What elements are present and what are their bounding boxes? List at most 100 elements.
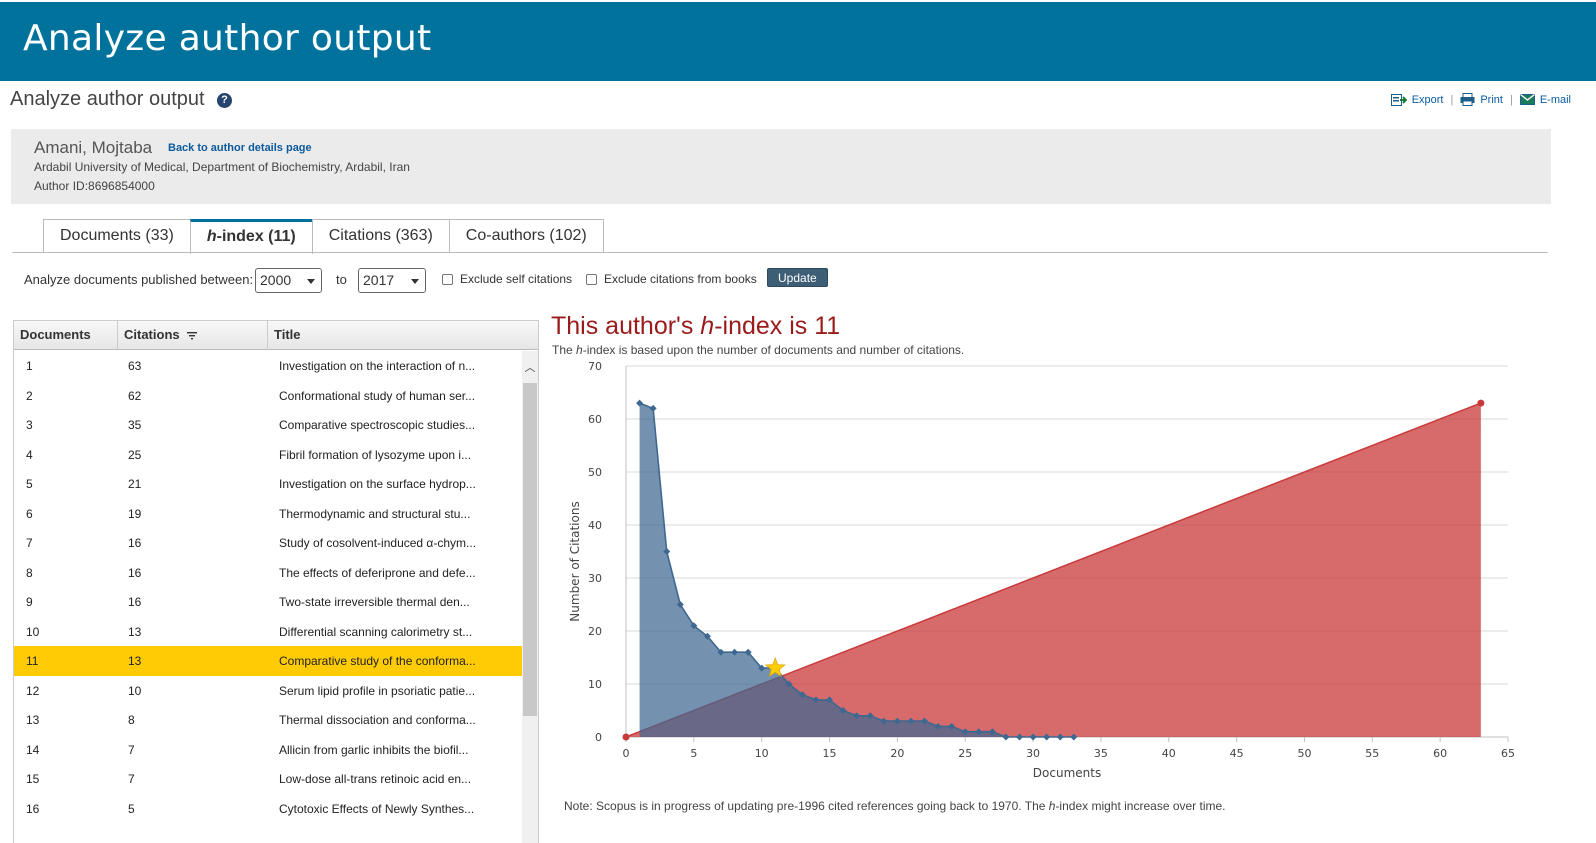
table-row[interactable]: 13 8 Thermal dissociation and conforma... (14, 705, 522, 735)
x-tick-label: 25 (958, 747, 972, 760)
tab-citations[interactable]: Citations (363) (311, 219, 450, 253)
email-link[interactable]: E-mail (1519, 94, 1571, 106)
cell-title[interactable]: Serum lipid profile in psoriatic patie..… (279, 684, 475, 698)
table-row[interactable]: 8 16 The effects of deferiprone and defe..… (14, 558, 522, 588)
x-tick-label: 15 (823, 747, 837, 760)
cell-cit: 16 (128, 595, 142, 609)
scrollbar-thumb[interactable] (523, 383, 537, 716)
header-banner: Analyze author output (0, 2, 1596, 81)
cell-title[interactable]: Differential scanning calorimetry st... (279, 625, 472, 639)
x-tick-label: 10 (755, 747, 769, 760)
cell-title[interactable]: Low-dose all-trans retinoic acid en... (279, 772, 471, 786)
cell-cit: 35 (128, 418, 142, 432)
print-label: Print (1480, 93, 1503, 106)
cell-doc: 13 (26, 713, 40, 727)
cell-title[interactable]: Investigation on the surface hydrop... (279, 477, 476, 491)
page-title: Analyze author output (10, 88, 205, 110)
analysis-tabs: Documents (33) h-index (11) Citations (3… (43, 219, 604, 254)
cell-title[interactable]: Study of cosolvent-induced α-chym... (279, 536, 476, 550)
cell-cit: 16 (128, 536, 142, 550)
help-icon[interactable]: ? (217, 93, 232, 108)
table-row[interactable]: 14 7 Allicin from garlic inhibits the biof… (14, 735, 522, 765)
cell-cit: 63 (128, 359, 142, 373)
cell-title[interactable]: Fibril formation of lysozyme upon i... (279, 448, 471, 462)
cell-doc: 9 (26, 595, 33, 609)
table-row[interactable]: 1 63 Investigation on the interaction of n… (14, 351, 522, 381)
back-to-author-link[interactable]: Back to author details page (168, 142, 312, 154)
cell-title[interactable]: Cytotoxic Effects of Newly Synthes... (279, 802, 474, 816)
y-tick-label: 40 (588, 519, 602, 532)
table-row[interactable]: 11 13 Comparative study of the conforma... (14, 646, 522, 676)
cell-cit: 13 (128, 624, 142, 639)
export-link[interactable]: Export (1390, 93, 1443, 106)
exclude-books-checkbox[interactable] (586, 274, 597, 285)
cell-doc: 4 (26, 447, 33, 462)
x-tick-label: 55 (1365, 747, 1379, 760)
cell-cit: 7 (128, 772, 135, 786)
tab-co-authors[interactable]: Co-authors (102) (448, 219, 604, 253)
scroll-up-icon[interactable]: ︿ (524, 359, 536, 374)
cell-cit: 13 (128, 654, 142, 668)
column-title[interactable]: Title (268, 321, 538, 350)
from-year-value: 2000 (260, 272, 292, 288)
action-links: Export | Print | E-mail (1390, 93, 1571, 106)
table-row[interactable]: 6 19 Thermodynamic and structural stu... (14, 499, 522, 529)
author-details: Amani, Mojtaba Back to author details pa… (11, 129, 1551, 204)
cell-title[interactable]: Conformational study of human ser... (279, 389, 475, 403)
cell-title[interactable]: Comparative study of the conforma... (279, 654, 476, 668)
column-documents[interactable]: Documents (14, 321, 118, 350)
cell-title[interactable]: Investigation on the interaction of n... (279, 359, 475, 373)
exclude-self-checkbox[interactable] (442, 274, 453, 285)
from-year-select[interactable]: 2000 (255, 268, 322, 293)
table-row[interactable]: 15 7 Low-dose all-trans retinoic acid en..… (14, 764, 522, 794)
tab-divider (12, 252, 1548, 253)
cell-cit: 5 (128, 801, 135, 816)
table-row[interactable]: 3 35 Comparative spectroscopic studies... (14, 410, 522, 440)
table-row[interactable]: 16 5 Cytotoxic Effects of Newly Synthes... (14, 794, 522, 824)
export-icon (1390, 93, 1407, 106)
update-graph-button[interactable]: Update Graph (767, 268, 828, 304)
cell-title[interactable]: Two-state irreversible thermal den... (279, 595, 470, 609)
point-red (1477, 399, 1485, 407)
y-tick-label: 30 (588, 572, 602, 585)
print-link[interactable]: Print (1460, 93, 1503, 106)
footnote: Note: Scopus is in progress of updating … (564, 799, 1226, 813)
cell-title[interactable]: Allicin from garlic inhibits the biofil.… (279, 743, 468, 757)
x-tick-label: 20 (890, 747, 904, 760)
tab-h-index[interactable]: h-index (11) (189, 219, 313, 254)
to-label: to (336, 272, 347, 287)
cell-title[interactable]: Comparative spectroscopic studies... (279, 418, 475, 432)
table-row[interactable]: 2 62 Conformational study of human ser... (14, 381, 522, 411)
y-tick-label: 20 (588, 625, 602, 638)
cell-doc: 14 (26, 742, 40, 757)
table-row[interactable]: 5 21 Investigation on the surface hydrop..… (14, 469, 522, 499)
cell-cit: 10 (128, 683, 142, 698)
cell-title[interactable]: Thermodynamic and structural stu... (279, 507, 470, 521)
cell-title[interactable]: The effects of deferiprone and defe... (279, 566, 476, 580)
cell-doc: 16 (26, 801, 40, 816)
cell-title[interactable]: Thermal dissociation and conforma... (279, 713, 476, 727)
cell-cit: 8 (128, 713, 135, 727)
x-tick-label: 50 (1297, 747, 1311, 760)
y-tick-label: 10 (588, 678, 602, 691)
cell-doc: 7 (26, 536, 33, 550)
to-year-select[interactable]: 2017 (358, 268, 426, 293)
tab-documents[interactable]: Documents (33) (43, 219, 191, 253)
exclude-self-label: Exclude self citations (460, 272, 573, 286)
x-tick-label: 65 (1501, 747, 1515, 760)
table-row[interactable]: 7 16 Study of cosolvent-induced α-chym... (14, 528, 522, 558)
email-icon (1519, 94, 1535, 105)
table-row[interactable]: 10 13 Differential scanning calorimetry st… (14, 617, 522, 647)
author-id: Author ID:8696854000 (34, 179, 155, 193)
x-tick-label: 60 (1433, 747, 1447, 760)
y-tick-label: 60 (588, 413, 602, 426)
x-tick-label: 40 (1162, 747, 1176, 760)
table-row[interactable]: 12 10 Serum lipid profile in psoriatic pat… (14, 676, 522, 706)
cell-doc: 5 (26, 477, 33, 491)
table-row[interactable]: 9 16 Two-state irreversible thermal den... (14, 587, 522, 617)
column-citations[interactable]: Citations (118, 321, 268, 350)
x-tick-label: 30 (1026, 747, 1040, 760)
banner-title: Analyze author output (23, 18, 432, 59)
y-tick-label: 50 (588, 466, 602, 479)
table-row[interactable]: 4 25 Fibril formation of lysozyme upon i..… (14, 440, 522, 470)
